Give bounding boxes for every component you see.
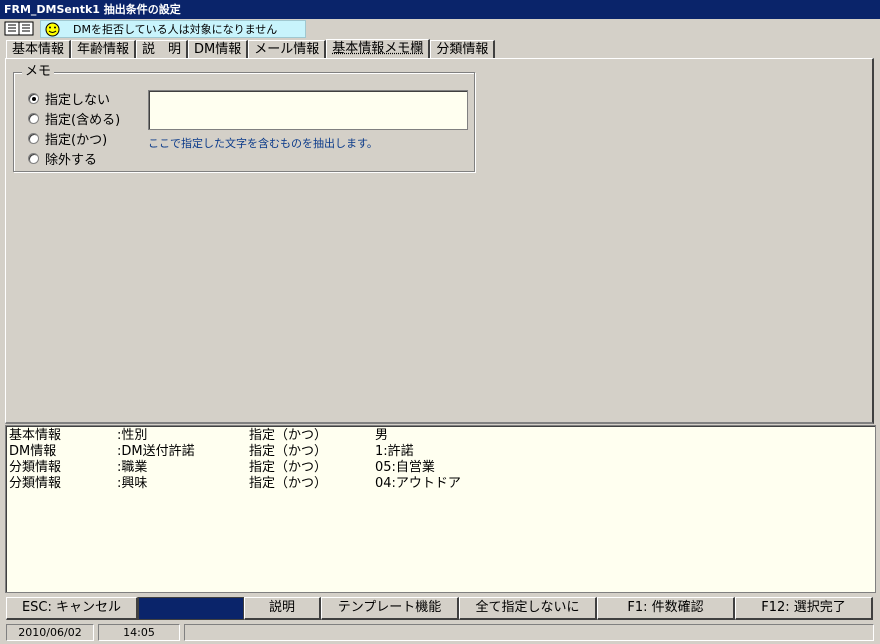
summary-value: 男 [375,428,389,443]
radio-button[interactable] [28,92,39,104]
message-text: DMを拒否している人は対象になりません [73,23,278,36]
tab-basic-info[interactable]: 基本情報 [6,40,72,59]
window-title: FRM_DMSentk1 抽出条件の設定 [4,3,181,16]
memo-groupbox: メモ 指定しない 指定(含める) 指定(かつ) 除外する ここで指定した文字を含… [13,64,475,172]
radio-and[interactable]: 指定(かつ) [28,128,107,148]
tab-panel: メモ 指定しない 指定(含める) 指定(かつ) 除外する ここで指定した文字を含… [5,58,874,424]
summary-category: 分類情報 [9,460,62,475]
tab-mail-info[interactable]: メール情報 [248,40,327,59]
escape-cancel-button[interactable]: ESC: キャンセル [6,597,138,620]
summary-field: :興味 [117,476,148,491]
memo-text-input[interactable] [148,90,468,130]
smiley-icon [45,22,60,37]
window-titlebar: FRM_DMSentk1 抽出条件の設定 [0,0,880,19]
function-button-bar: ESC: キャンセル 説明 テンプレート機能 全て指定しないに F1: 件数確認… [6,597,874,620]
radio-label: 除外する [45,152,98,168]
summary-category: 分類情報 [9,476,62,491]
tab-description[interactable]: 説 明 [136,40,189,59]
explain-button[interactable]: 説明 [244,597,321,620]
condition-summary-list[interactable]: 基本情報 :性別 指定（かつ） 男 DM情報 :DM送付許諾 指定（かつ） 1:… [5,425,876,593]
radio-label: 指定(含める) [45,112,121,128]
tab-basic-memo[interactable]: 基本情報メモ欄 [326,39,431,59]
status-empty [184,624,874,641]
radio-include[interactable]: 指定(含める) [28,108,120,128]
memo-group-title: メモ [22,64,55,80]
radio-button[interactable] [28,112,39,124]
summary-value: 05:自営業 [375,460,435,475]
radio-button[interactable] [28,132,39,144]
tab-age-info[interactable]: 年齢情報 [71,40,137,59]
count-check-button[interactable]: F1: 件数確認 [597,597,735,620]
radio-label: 指定しない [45,92,111,108]
summary-field: :職業 [117,460,148,475]
summary-value: 1:許諾 [375,444,414,459]
blank-panel [138,597,244,620]
book-icon [4,21,34,36]
tab-strip: 基本情報 年齢情報 説 明 DM情報 メール情報 基本情報メモ欄 分類情報 [6,39,496,59]
summary-mode: 指定（かつ） [249,460,328,475]
status-date: 2010/06/02 [6,624,94,641]
summary-field: :性別 [117,428,148,443]
summary-category: 基本情報 [9,428,62,443]
radio-label: 指定(かつ) [45,132,108,148]
summary-field: :DM送付許諾 [117,444,195,459]
status-time: 14:05 [98,624,180,641]
summary-mode: 指定（かつ） [249,476,328,491]
template-button[interactable]: テンプレート機能 [321,597,459,620]
radio-exclude[interactable]: 除外する [28,148,97,168]
memo-hint-text: ここで指定した文字を含むものを抽出します。 [148,137,378,150]
tab-dm-info[interactable]: DM情報 [188,40,249,59]
selection-done-button[interactable]: F12: 選択完了 [735,597,873,620]
clear-all-button[interactable]: 全て指定しないに [459,597,597,620]
radio-button[interactable] [28,152,39,164]
status-bar: 2010/06/02 14:05 [0,624,880,644]
summary-category: DM情報 [9,444,57,459]
summary-mode: 指定（かつ） [249,428,328,443]
message-bar: DMを拒否している人は対象になりません [0,19,880,39]
summary-value: 04:アウトドア [375,476,461,491]
tab-category-info[interactable]: 分類情報 [430,40,496,59]
radio-not-specified[interactable]: 指定しない [28,88,110,108]
message-box: DMを拒否している人は対象になりません [40,20,306,38]
summary-mode: 指定（かつ） [249,444,328,459]
